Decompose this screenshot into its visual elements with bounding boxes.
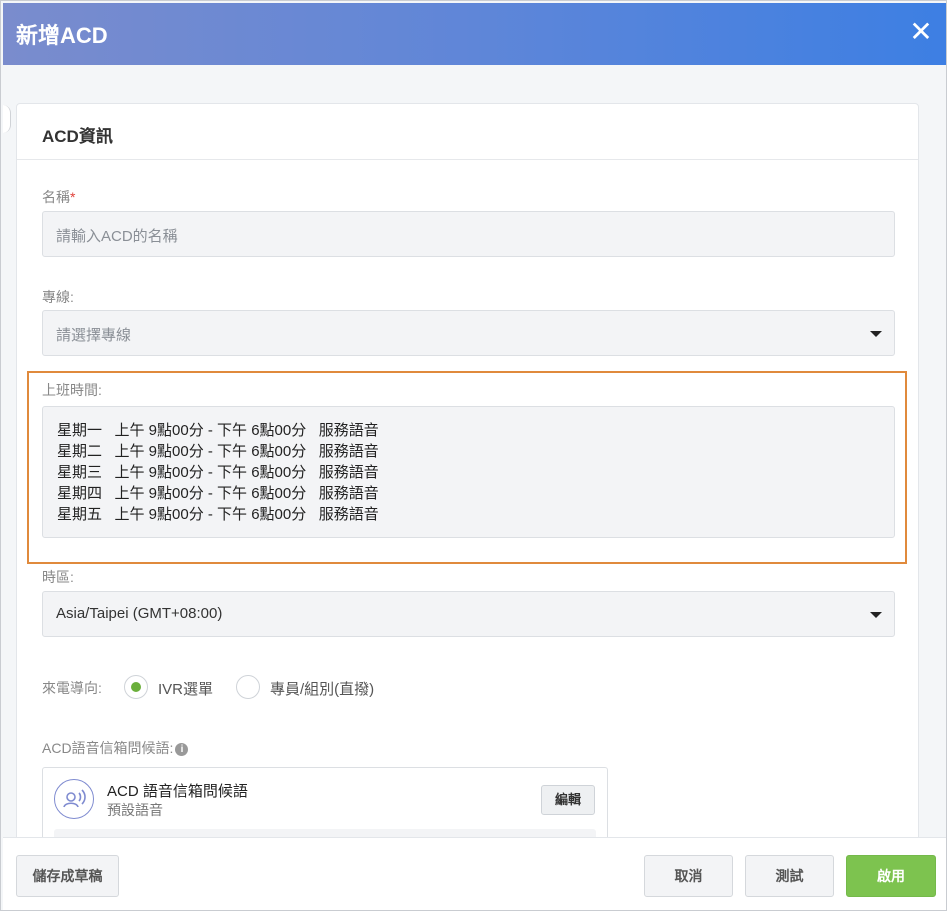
name-input-placeholder: 請輸入ACD的名稱: [56, 228, 178, 245]
add-acd-dialog: 新增ACD ✕ ACD資訊 名稱* 請輸入ACD的名稱 專線: 請選擇專線 上班…: [0, 0, 947, 911]
dialog-footer: 儲存成草稿 取消 測試 啟用: [3, 837, 946, 910]
line-select[interactable]: 請選擇專線: [42, 310, 895, 356]
cancel-button[interactable]: 取消: [644, 855, 733, 897]
test-button[interactable]: 測試: [745, 855, 834, 897]
dialog-title: 新增ACD: [16, 23, 108, 48]
close-icon[interactable]: ✕: [908, 16, 934, 48]
radio-ivr-menu-label[interactable]: IVR選單: [158, 678, 213, 699]
dialog-body[interactable]: ACD資訊 名稱* 請輸入ACD的名稱 專線: 請選擇專線 上班時間: 星期一 …: [3, 65, 946, 837]
section-divider: [17, 159, 918, 160]
line-label: 專線:: [42, 289, 74, 305]
chevron-down-icon: [870, 612, 882, 618]
info-icon[interactable]: i: [175, 743, 189, 756]
enable-button[interactable]: 啟用: [846, 855, 936, 897]
voicemail-card-subtitle: 預設語音: [107, 802, 163, 818]
voicemail-card-title: ACD 語音信箱問候語: [107, 783, 248, 800]
routing-label: 來電導向:: [42, 680, 102, 696]
voicemail-greeting-label-text: ACD語音信箱問候語:: [42, 740, 174, 756]
section-title: ACD資訊: [42, 127, 113, 146]
voicemail-greeting-card: ACD 語音信箱問候語 預設語音 編輯: [42, 767, 608, 837]
timezone-value: Asia/Taipei (GMT+08:00): [56, 605, 223, 622]
radio-ivr-menu[interactable]: [124, 675, 148, 699]
radio-agent-group-direct[interactable]: [236, 675, 260, 699]
radio-agent-group-direct-label[interactable]: 專員/組別(直撥): [270, 678, 374, 699]
line-select-placeholder: 請選擇專線: [56, 327, 132, 344]
required-mark: *: [70, 189, 76, 205]
dialog-header: 新增ACD ✕: [3, 3, 946, 65]
chevron-down-icon: [870, 331, 882, 337]
voicemail-greeting-label: ACD語音信箱問候語: i: [42, 738, 189, 758]
voice-speaker-icon: [54, 779, 94, 819]
timezone-select[interactable]: Asia/Taipei (GMT+08:00): [42, 591, 895, 637]
timezone-label: 時區:: [42, 569, 74, 585]
name-label-text: 名稱: [42, 189, 70, 205]
name-input[interactable]: 請輸入ACD的名稱: [42, 211, 895, 257]
save-draft-button[interactable]: 儲存成草稿: [16, 855, 119, 897]
side-collapse-handle[interactable]: [3, 105, 11, 133]
name-label: 名稱*: [42, 187, 75, 207]
edit-button[interactable]: 編輯: [541, 785, 595, 815]
voicemail-audio-area: [54, 829, 596, 837]
business-hours-highlight: [27, 371, 907, 564]
